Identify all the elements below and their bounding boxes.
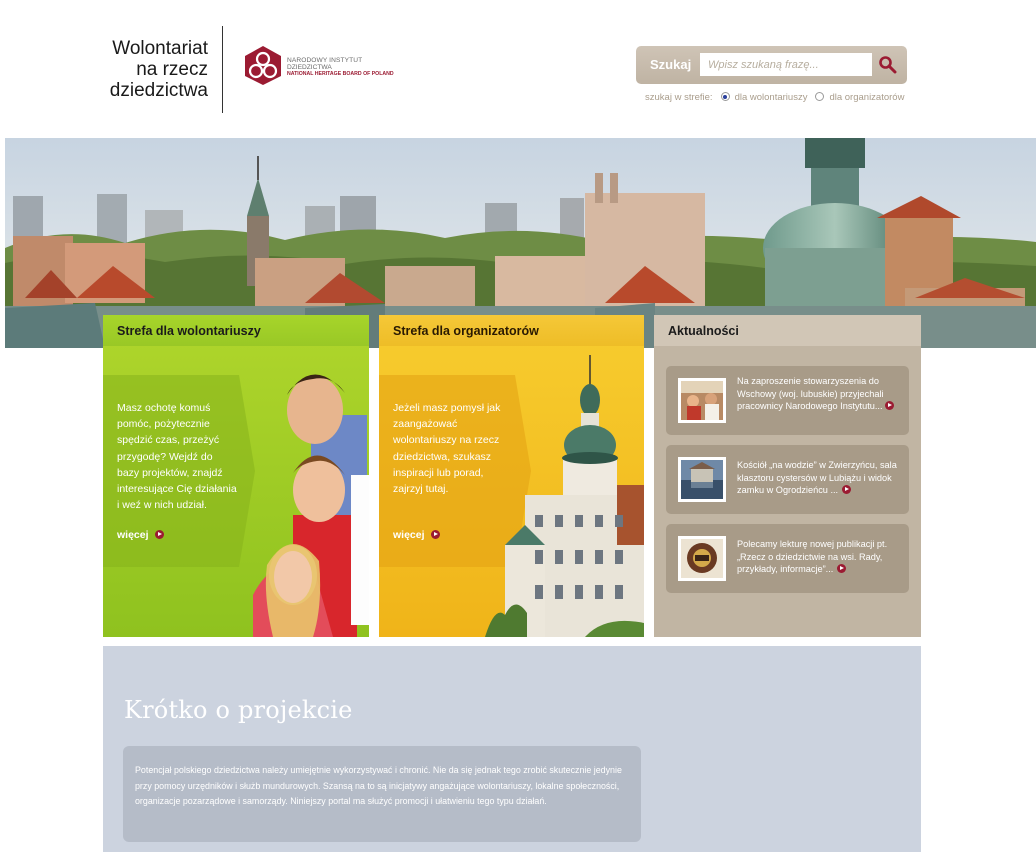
search-bar: Szukaj [636, 46, 907, 84]
news-item-text: Kościół „na wodzie” w Zwierzyńcu, sala k… [737, 459, 903, 497]
volunteers-heading[interactable]: Strefa dla wolontariuszy [103, 315, 369, 346]
about-title: Krótko o projekcie [124, 696, 353, 724]
radio-organizers[interactable] [815, 92, 825, 101]
about-text: Potencjał polskiego dziedzictwa należy u… [135, 765, 622, 807]
news-item-3-text: Polecamy lekturę nowej publikacji pt. „R… [737, 539, 888, 575]
site-title[interactable]: Wolontariat na rzecz dziedzictwa [100, 38, 208, 101]
site-title-line-3: dziedzictwa [109, 80, 208, 101]
news-zone: Aktualności Na zaproszenie stowarzyszeni… [654, 315, 921, 637]
organizers-more-label: więcej [393, 529, 425, 541]
news-thumbnail[interactable] [678, 457, 726, 502]
nid-logo-icon[interactable] [242, 44, 284, 86]
arrow-circle-icon[interactable] [884, 401, 894, 411]
news-item[interactable]: Polecamy lekturę nowej publikacji pt. „R… [666, 524, 909, 593]
arrow-circle-icon[interactable] [837, 564, 847, 574]
organizers-photo [485, 355, 644, 637]
radio-volunteers-label[interactable]: dla wolontariuszy [735, 92, 808, 103]
radio-organizers-label[interactable]: dla organizatorów [829, 92, 904, 103]
search-icon[interactable] [876, 54, 900, 76]
header-divider [222, 26, 223, 113]
about-section: Krótko o projekcie Potencjał polskiego d… [103, 646, 921, 852]
institute-name: NARODOWY INSTYTUT DZIEDZICTWA NATIONAL H… [287, 57, 394, 77]
news-item-1-text: Na zaproszenie stowarzyszenia do Wschowy… [737, 376, 884, 412]
search-zone-selector: szukaj w strefie: dla wolontariuszy dla or… [645, 92, 904, 103]
volunteers-zone: Strefa dla wolontariuszy Masz ochotę kom… [103, 315, 369, 637]
arrow-circle-icon[interactable] [842, 485, 852, 495]
arrow-circle-icon [154, 530, 164, 539]
volunteers-description: Masz ochotę komuś pomóc, pożytecznie spę… [117, 402, 237, 512]
news-item-text: Na zaproszenie stowarzyszenia do Wschowy… [737, 375, 903, 413]
organizers-zone: Strefa dla organizatorów Jeżeli masz pom… [379, 315, 644, 637]
news-item-2-text: Kościół „na wodzie” w Zwierzyńcu, sala k… [737, 460, 897, 496]
search-zone-label: szukaj w strefie: [645, 92, 713, 103]
organizers-more-link[interactable]: więcej [393, 529, 440, 541]
about-box: Potencjał polskiego dziedzictwa należy u… [123, 746, 641, 842]
radio-volunteers[interactable] [720, 92, 730, 101]
volunteers-photo [253, 374, 369, 637]
news-photo-2 [681, 460, 723, 499]
institute-name-english: NATIONAL HERITAGE BOARD OF POLAND [287, 71, 394, 77]
news-thumbnail[interactable] [678, 378, 726, 423]
news-item-text: Polecamy lekturę nowej publikacji pt. „R… [737, 538, 903, 576]
arrow-circle-icon [430, 530, 440, 539]
site-title-line-2: na rzecz [136, 59, 208, 80]
news-photo-1 [681, 381, 723, 420]
news-heading[interactable]: Aktualności [654, 315, 921, 346]
site-header: Wolontariat na rzecz dziedzictwa NARODOW… [0, 0, 1036, 138]
news-thumbnail[interactable] [678, 536, 726, 581]
search-label: Szukaj [650, 57, 692, 72]
news-item[interactable]: Na zaproszenie stowarzyszenia do Wschowy… [666, 366, 909, 435]
volunteers-more-link[interactable]: więcej [117, 529, 164, 541]
news-item[interactable]: Kościół „na wodzie” w Zwierzyńcu, sala k… [666, 445, 909, 514]
site-title-line-1: Wolontariat [112, 38, 208, 59]
organizers-heading[interactable]: Strefa dla organizatorów [379, 315, 644, 346]
search-input[interactable] [700, 53, 872, 76]
institute-name-line-2: DZIEDZICTWA [287, 64, 332, 71]
news-photo-3 [681, 539, 723, 578]
volunteers-more-label: więcej [117, 529, 149, 541]
